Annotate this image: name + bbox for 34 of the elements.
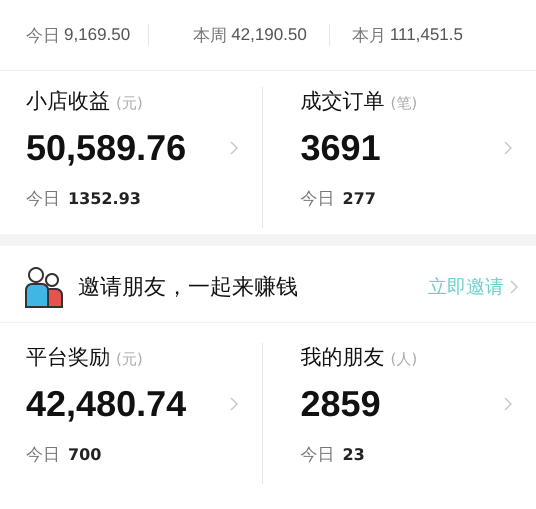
today-value: 700 [68, 445, 102, 464]
chevron-right-icon [504, 397, 512, 411]
today-label: 今日 [26, 444, 60, 466]
stat-value: 50,589.76 [26, 127, 186, 169]
summary-label: 本周 [193, 24, 228, 46]
summary-label: 本月 [352, 24, 386, 46]
today-label: 今日 [300, 444, 334, 466]
stat-title: 小店收益 [26, 88, 110, 115]
summary-value: 111,451.5 [390, 25, 463, 45]
friends-icon [24, 266, 64, 308]
summary-value: 9,169.50 [64, 25, 130, 45]
chevron-right-icon [230, 141, 238, 155]
unit-label: (元) [116, 94, 143, 113]
invite-text: 邀请朋友，一起来赚钱 [78, 274, 299, 302]
unit-label: (笔) [390, 94, 418, 113]
today-value: 23 [342, 445, 365, 464]
stat-value: 2859 [300, 383, 381, 425]
stat-title: 成交订单 [300, 88, 384, 115]
chevron-right-icon [510, 280, 518, 294]
summary-label: 今日 [26, 24, 60, 46]
today-label: 今日 [300, 188, 334, 210]
stat-value: 42,480.74 [26, 383, 186, 425]
chevron-right-icon [504, 141, 512, 155]
invite-link[interactable]: 立即邀请 [428, 274, 518, 300]
chevron-right-icon [230, 397, 238, 411]
stat-value: 3691 [300, 127, 381, 169]
today-value: 1352.93 [68, 189, 141, 208]
stat-title: 我的朋友 [300, 344, 384, 371]
today-value: 277 [342, 189, 376, 208]
unit-label: (人) [390, 350, 418, 369]
today-label: 今日 [26, 188, 60, 210]
unit-label: (元) [116, 350, 143, 369]
stat-title: 平台奖励 [26, 344, 110, 371]
summary-value: 42,190.50 [231, 25, 307, 45]
